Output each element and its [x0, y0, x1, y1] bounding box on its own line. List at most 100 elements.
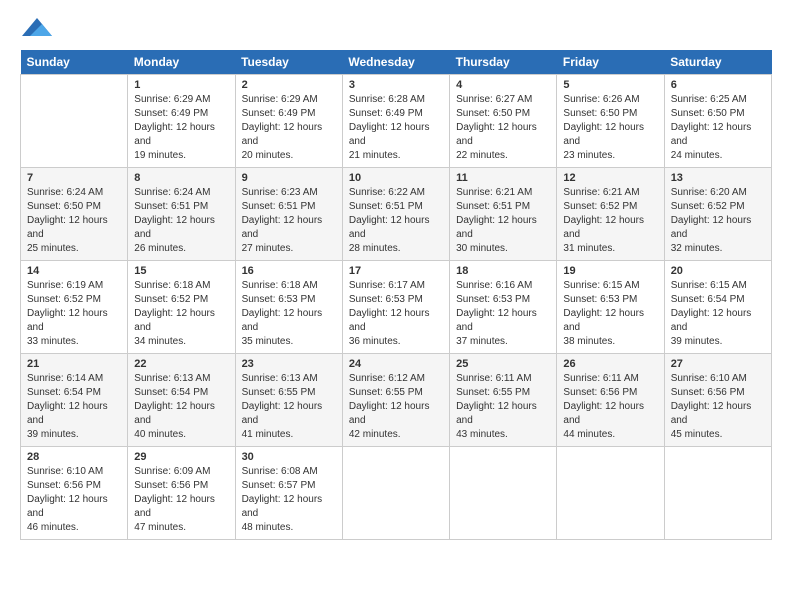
sunrise-text: Sunrise: 6:11 AM: [456, 373, 531, 384]
sunrise-text: Sunrise: 6:27 AM: [456, 94, 532, 105]
cell-day-number: 1: [134, 79, 228, 91]
cell-sun-info: Sunrise: 6:12 AM Sunset: 6:55 PM Daylight:…: [349, 372, 443, 442]
cell-sun-info: Sunrise: 6:28 AMSunset: 6:49 PMDaylight:…: [349, 93, 443, 163]
calendar-table: SundayMondayTuesdayWednesdayThursdayFrid…: [20, 50, 772, 540]
cell-sun-info: Sunrise: 6:13 AMSunset: 6:54 PMDaylight:…: [134, 372, 228, 442]
cell-sun-info: Sunrise: 6:21 AM Sunset: 6:51 PM Daylight:…: [456, 186, 550, 256]
cell-sun-info: Sunrise: 6:24 AMSunset: 6:51 PMDaylight:…: [134, 186, 228, 256]
cell-day-number: 4: [456, 79, 550, 91]
cell-day-number: 15: [134, 265, 228, 277]
daylight-text: Daylight: 12 hours and38 minutes.: [563, 308, 644, 347]
daylight-text: Daylight: 12 hours and41 minutes.: [242, 401, 323, 440]
day-cell: 12Sunrise: 6:21 AMSunset: 6:52 PMDayligh…: [557, 168, 664, 261]
cell-day-number: 9: [242, 172, 336, 184]
cell-day-number: 5: [563, 79, 657, 91]
cell-sun-info: Sunrise: 6:10 AMSunset: 6:56 PMDaylight:…: [671, 372, 765, 442]
cell-day-number: 13: [671, 172, 765, 184]
cell-day-number: 6: [671, 79, 765, 91]
sunset-text: Sunset: 6:53 PM: [456, 294, 530, 305]
cell-sun-info: Sunrise: 6:16 AMSunset: 6:53 PMDaylight:…: [456, 279, 550, 349]
sunset-text: Sunset: 6:56 PM: [563, 387, 637, 398]
sunrise-text: Sunrise: 6:18 AM: [242, 280, 318, 291]
day-cell: [21, 75, 128, 168]
cell-day-number: 25: [456, 358, 550, 370]
cell-day-number: 29: [134, 451, 228, 463]
week-row-1: 1 Sunrise: 6:29 AMSunset: 6:49 PMDaylight…: [21, 75, 772, 168]
day-cell: 8 Sunrise: 6:24 AMSunset: 6:51 PMDaylight…: [128, 168, 235, 261]
day-cell: 1 Sunrise: 6:29 AMSunset: 6:49 PMDaylight…: [128, 75, 235, 168]
daylight-text: Daylight: 12 hours and33 minutes.: [27, 308, 108, 347]
sunrise-text: Sunrise: 6:29 AM: [242, 94, 318, 105]
day-cell: 25 Sunrise: 6:11 AMSunset: 6:55 PMDayligh…: [450, 354, 557, 447]
calendar-body: 1 Sunrise: 6:29 AMSunset: 6:49 PMDaylight…: [21, 75, 772, 540]
day-cell: [664, 447, 771, 540]
daylight-text: Daylight: 12 hours and27 minutes.: [242, 215, 323, 254]
cell-sun-info: Sunrise: 6:11 AMSunset: 6:55 PMDaylight:…: [456, 372, 550, 442]
sunrise-text: Sunrise: 6:15 AM: [671, 280, 747, 291]
sunrise-text: Sunrise: 6:24 AM: [134, 187, 210, 198]
daylight-text: Daylight: 12 hours and42 minutes.: [349, 401, 430, 440]
logo-icon: [22, 16, 52, 40]
cell-day-number: 12: [563, 172, 657, 184]
sunset-text: Sunset: 6:50 PM: [563, 108, 637, 119]
header-cell-tuesday: Tuesday: [235, 50, 342, 75]
sunrise-text: Sunrise: 6:12 AM: [349, 373, 425, 384]
cell-day-number: 24: [349, 358, 443, 370]
sunrise-text: Sunrise: 6:09 AM: [134, 466, 210, 477]
day-cell: 28Sunrise: 6:10 AMSunset: 6:56 PMDayligh…: [21, 447, 128, 540]
sunrise-text: Sunrise: 6:23 AM: [242, 187, 318, 198]
sunrise-text: Sunrise: 6:21 AM: [456, 187, 532, 198]
sunset-text: Sunset: 6:51 PM: [349, 201, 423, 212]
cell-day-number: 21: [27, 358, 121, 370]
daylight-text: Daylight: 12 hours and47 minutes.: [134, 494, 215, 533]
sunset-text: Sunset: 6:54 PM: [671, 294, 745, 305]
day-cell: 20Sunrise: 6:15 AMSunset: 6:54 PMDayligh…: [664, 261, 771, 354]
daylight-text: Daylight: 12 hours and30 minutes.: [456, 215, 537, 254]
cell-sun-info: Sunrise: 6:15 AMSunset: 6:53 PMDaylight:…: [563, 279, 657, 349]
day-cell: 9Sunrise: 6:23 AMSunset: 6:51 PMDaylight…: [235, 168, 342, 261]
cell-sun-info: Sunrise: 6:18 AMSunset: 6:53 PMDaylight:…: [242, 279, 336, 349]
daylight-text: Daylight: 12 hours and26 minutes.: [134, 215, 215, 254]
sunset-text: Sunset: 6:56 PM: [134, 480, 208, 491]
sunset-text: Sunset: 6:52 PM: [563, 201, 637, 212]
day-cell: 19Sunrise: 6:15 AMSunset: 6:53 PMDayligh…: [557, 261, 664, 354]
sunrise-text: Sunrise: 6:10 AM: [671, 373, 747, 384]
week-row-4: 21Sunrise: 6:14 AMSunset: 6:54 PMDayligh…: [21, 354, 772, 447]
header-cell-thursday: Thursday: [450, 50, 557, 75]
daylight-text: Daylight: 12 hours and44 minutes.: [563, 401, 644, 440]
cell-sun-info: Sunrise: 6:09 AM Sunset: 6:56 PM Daylight:…: [134, 465, 228, 535]
daylight-text: Daylight: 12 hours and36 minutes.: [349, 308, 430, 347]
cell-day-number: 23: [242, 358, 336, 370]
daylight-text: Daylight: 12 hours and43 minutes.: [456, 401, 537, 440]
cell-sun-info: Sunrise: 6:29 AMSunset: 6:49 PMDaylight:…: [134, 93, 228, 163]
cell-sun-info: Sunrise: 6:20 AMSunset: 6:52 PMDaylight:…: [671, 186, 765, 256]
cell-day-number: 8: [134, 172, 228, 184]
daylight-text: Daylight: 12 hours and48 minutes.: [242, 494, 323, 533]
day-cell: 30Sunrise: 6:08 AMSunset: 6:57 PMDayligh…: [235, 447, 342, 540]
day-cell: 10Sunrise: 6:22 AMSunset: 6:51 PMDayligh…: [342, 168, 449, 261]
sunset-text: Sunset: 6:55 PM: [349, 387, 423, 398]
day-cell: 2Sunrise: 6:29 AMSunset: 6:49 PMDaylight…: [235, 75, 342, 168]
cell-sun-info: Sunrise: 6:15 AMSunset: 6:54 PMDaylight:…: [671, 279, 765, 349]
sunrise-text: Sunrise: 6:28 AM: [349, 94, 425, 105]
sunset-text: Sunset: 6:53 PM: [563, 294, 637, 305]
day-cell: 22Sunrise: 6:13 AMSunset: 6:54 PMDayligh…: [128, 354, 235, 447]
calendar-header: SundayMondayTuesdayWednesdayThursdayFrid…: [21, 50, 772, 75]
day-cell: 5Sunrise: 6:26 AMSunset: 6:50 PMDaylight…: [557, 75, 664, 168]
cell-sun-info: Sunrise: 6:25 AMSunset: 6:50 PMDaylight:…: [671, 93, 765, 163]
cell-day-number: 16: [242, 265, 336, 277]
cell-sun-info: Sunrise: 6:08 AMSunset: 6:57 PMDaylight:…: [242, 465, 336, 535]
sunset-text: Sunset: 6:51 PM: [456, 201, 530, 212]
day-cell: 17Sunrise: 6:17 AMSunset: 6:53 PMDayligh…: [342, 261, 449, 354]
cell-sun-info: Sunrise: 6:17 AMSunset: 6:53 PMDaylight:…: [349, 279, 443, 349]
daylight-text: Daylight: 12 hours and28 minutes.: [349, 215, 430, 254]
daylight-text: Daylight: 12 hours and45 minutes.: [671, 401, 752, 440]
daylight-text: Daylight: 12 hours and20 minutes.: [242, 122, 323, 161]
cell-sun-info: Sunrise: 6:29 AMSunset: 6:49 PMDaylight:…: [242, 93, 336, 163]
daylight-text: Daylight: 12 hours and23 minutes.: [563, 122, 644, 161]
daylight-text: Daylight: 12 hours and46 minutes.: [27, 494, 108, 533]
header-cell-saturday: Saturday: [664, 50, 771, 75]
sunrise-text: Sunrise: 6:21 AM: [563, 187, 639, 198]
sunset-text: Sunset: 6:52 PM: [27, 294, 101, 305]
logo: [20, 16, 52, 40]
